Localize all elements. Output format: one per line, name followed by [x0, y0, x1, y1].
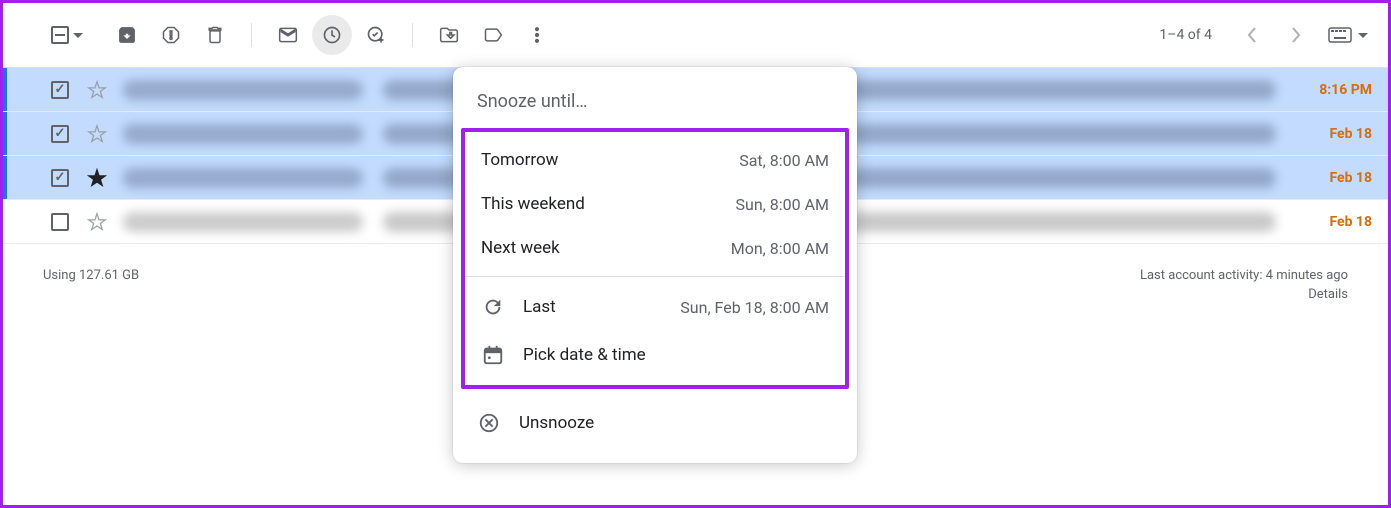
more-button[interactable]: [517, 15, 557, 55]
storage-text: Using 127.61 GB: [43, 268, 139, 306]
row-checkbox[interactable]: [51, 169, 69, 187]
snooze-menu: Snooze until… Tomorrow Sat, 8:00 AM This…: [453, 67, 857, 463]
snooze-option-pick[interactable]: Pick date & time: [465, 331, 845, 379]
archive-button[interactable]: [107, 15, 147, 55]
labels-button[interactable]: [473, 15, 513, 55]
select-all-dropdown[interactable]: [51, 26, 83, 44]
row-checkbox[interactable]: [51, 213, 69, 231]
select-all-checkbox[interactable]: [51, 26, 69, 44]
row-checkbox[interactable]: [51, 81, 69, 99]
option-time: Mon, 8:00 AM: [731, 239, 829, 258]
delete-button[interactable]: [195, 15, 235, 55]
snooze-option-nextweek[interactable]: Next week Mon, 8:00 AM: [465, 226, 845, 270]
snooze-option-last[interactable]: Last Sun, Feb 18, 8:00 AM: [465, 283, 845, 331]
report-spam-button[interactable]: [151, 15, 191, 55]
sender-text: [123, 124, 363, 144]
add-to-tasks-button[interactable]: [356, 15, 396, 55]
option-label: Last: [523, 297, 556, 317]
star-icon[interactable]: [87, 168, 107, 188]
snooze-button[interactable]: [312, 15, 352, 55]
chevron-down-icon: [73, 33, 83, 38]
option-label: Pick date & time: [523, 345, 829, 365]
snooze-option-weekend[interactable]: This weekend Sun, 8:00 AM: [465, 182, 845, 226]
input-tools-button[interactable]: [1328, 27, 1368, 43]
email-time: Feb 18: [1292, 126, 1372, 142]
divider: [251, 23, 252, 47]
next-page-button[interactable]: [1276, 15, 1316, 55]
divider: [412, 23, 413, 47]
row-checkbox[interactable]: [51, 125, 69, 143]
sender-text: [123, 212, 363, 232]
unsnooze-option[interactable]: Unsnooze: [453, 399, 857, 447]
sender-text: [123, 80, 363, 100]
option-time: Sat, 8:00 AM: [739, 151, 829, 170]
mark-unread-button[interactable]: [268, 15, 308, 55]
cancel-icon: [477, 411, 501, 435]
snooze-title: Snooze until…: [453, 67, 857, 128]
option-label: This weekend: [481, 194, 736, 214]
star-icon[interactable]: [87, 80, 107, 100]
star-icon[interactable]: [87, 212, 107, 232]
sender-text: [123, 168, 363, 188]
move-to-button[interactable]: [429, 15, 469, 55]
toolbar: 1–4 of 4: [3, 3, 1388, 67]
prev-page-button[interactable]: [1232, 15, 1272, 55]
divider: [465, 276, 845, 277]
email-time: Feb 18: [1292, 214, 1372, 230]
activity-text: Last account activity: 4 minutes ago: [1140, 268, 1348, 283]
highlighted-area: Tomorrow Sat, 8:00 AM This weekend Sun, …: [461, 128, 849, 389]
email-time: Feb 18: [1292, 170, 1372, 186]
pagination-label: 1–4 of 4: [1159, 27, 1212, 43]
star-icon[interactable]: [87, 124, 107, 144]
redo-icon: [481, 295, 505, 319]
option-label: Tomorrow: [481, 150, 739, 170]
email-time: 8:16 PM: [1292, 82, 1372, 98]
option-time: Sun, 8:00 AM: [736, 195, 830, 214]
calendar-icon: [481, 343, 505, 367]
option-label: Unsnooze: [519, 413, 594, 433]
chevron-down-icon: [1358, 33, 1368, 38]
snooze-option-tomorrow[interactable]: Tomorrow Sat, 8:00 AM: [465, 138, 845, 182]
option-time: Sun, Feb 18, 8:00 AM: [680, 298, 829, 317]
option-label: Next week: [481, 238, 731, 258]
details-link[interactable]: Details: [1140, 287, 1348, 302]
